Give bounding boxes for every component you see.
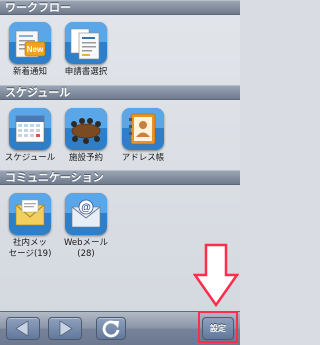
- section-header-communication: コミュニケーション: [0, 170, 240, 185]
- internal-message-icon: [9, 193, 51, 235]
- app-label-line: (28): [77, 249, 95, 259]
- meeting-room-icon: [65, 108, 107, 150]
- reload-button[interactable]: [96, 317, 126, 340]
- app-label: アドレス帳: [121, 153, 165, 163]
- app-internal-message[interactable]: 社内メッ セージ(19): [0, 193, 60, 260]
- back-button[interactable]: [6, 317, 40, 340]
- app-label: 施設予約: [68, 153, 103, 163]
- bottom-toolbar: 設定: [0, 311, 240, 345]
- calendar-icon: [9, 108, 51, 150]
- forward-arrow-icon: [59, 320, 73, 337]
- app-address-book[interactable]: アドレス帳: [113, 108, 173, 164]
- app-application-form[interactable]: 申請書選択: [56, 22, 116, 78]
- back-arrow-icon: [15, 320, 29, 337]
- app-label: Webメール (28): [56, 238, 116, 260]
- app-label-line: セージ(19): [8, 249, 52, 259]
- web-mail-icon: @: [65, 193, 107, 235]
- app-schedule[interactable]: スケジュール: [0, 108, 60, 164]
- app-label: スケジュール: [4, 153, 56, 163]
- app-label-line: Webメール: [63, 238, 109, 248]
- app-web-mail[interactable]: @ Webメール (28): [56, 193, 116, 260]
- section-header-schedule: スケジュール: [0, 85, 240, 100]
- new-notification-icon: New: [9, 22, 51, 64]
- app-label: 申請書選択: [64, 67, 108, 77]
- application-form-icon: [65, 22, 107, 64]
- app-screen: ワークフロー New 新着通知 申請書選択 スケジュール スケジュール 施設予約…: [0, 0, 240, 345]
- address-book-icon: [122, 108, 164, 150]
- section-header-workflow: ワークフロー: [0, 0, 240, 15]
- app-label-line: 社内メッ: [12, 238, 47, 248]
- forward-button[interactable]: [48, 317, 82, 340]
- app-label: 社内メッ セージ(19): [0, 238, 60, 260]
- down-arrow-icon: [193, 243, 239, 307]
- settings-button[interactable]: 設定: [202, 317, 234, 340]
- svg-text:@: @: [81, 203, 91, 214]
- svg-text:New: New: [27, 45, 44, 54]
- app-new-notification[interactable]: New 新着通知: [0, 22, 60, 78]
- app-facility-booking[interactable]: 施設予約: [56, 108, 116, 164]
- app-label: 新着通知: [12, 67, 47, 77]
- reload-icon: [102, 320, 120, 338]
